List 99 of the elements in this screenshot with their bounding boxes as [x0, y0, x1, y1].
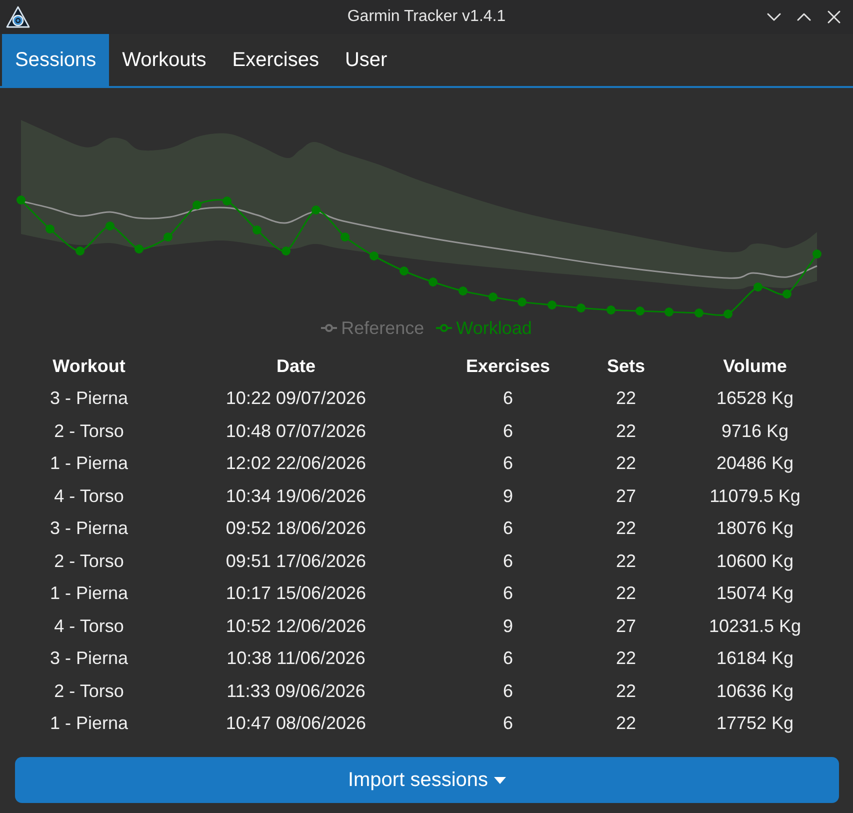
workload-point: [458, 286, 468, 296]
workload-point: [548, 300, 556, 310]
table-cell: 10:22 09/07/2026: [226, 388, 366, 410]
column-header[interactable]: Exercises: [466, 356, 550, 377]
table-cell: 11:33 09/06/2026: [226, 680, 366, 702]
table-cell: 10:38 11/06/2026: [226, 648, 366, 670]
workload-point: [222, 196, 232, 206]
table-cell: 09:52 18/06/2026: [226, 518, 366, 540]
table-cell: 10636 Kg: [716, 680, 794, 702]
table-cell: 9716 Kg: [721, 420, 789, 442]
table-cell: 15074 Kg: [716, 583, 794, 604]
column-header[interactable]: Sets: [606, 356, 646, 377]
legend-label: Workload: [456, 318, 532, 338]
table-cell: 22: [616, 518, 636, 540]
table-cell: 10600 Kg: [716, 550, 794, 572]
workload-point: [724, 310, 732, 318]
table-cell: 3 - Pierna: [50, 648, 128, 670]
workload-point: [164, 232, 172, 242]
table-cell: 10:34 19/06/2026: [226, 486, 366, 507]
workload-point: [488, 292, 498, 302]
workload-point: [340, 232, 350, 242]
workload-point: [576, 304, 586, 312]
table-cell: 3 - Pierna: [50, 518, 128, 540]
workload-point: [252, 226, 262, 234]
table-cell: 6: [502, 550, 513, 572]
table-cell: 4 - Torso: [54, 616, 124, 637]
workload-point: [192, 200, 202, 210]
table-cell: 6: [502, 420, 513, 442]
workload-point: [636, 306, 644, 316]
table-cell: 16528 Kg: [716, 388, 794, 410]
table-cell: 9: [502, 486, 513, 507]
table-cell: 09:51 17/06/2026: [226, 550, 366, 572]
workload-point: [312, 206, 320, 214]
table-cell: 10:52 12/06/2026: [226, 616, 366, 637]
table-cell: 22: [616, 583, 636, 604]
table-cell: 9: [502, 616, 513, 637]
table-cell: 10:17 15/06/2026: [226, 583, 366, 604]
table-cell: 22: [616, 648, 636, 670]
workload-point: [782, 290, 792, 298]
workload-point: [134, 244, 144, 254]
close-icon[interactable]: [827, 10, 841, 24]
table-cell: 10231.5 Kg: [708, 616, 802, 637]
tab[interactable]: User: [332, 34, 400, 86]
table-cell: 10:48 07/07/2026: [226, 420, 366, 442]
import-button[interactable]: Import sessions: [15, 757, 839, 803]
table-cell: 4 - Torso: [54, 486, 124, 507]
workload-point: [400, 266, 408, 276]
workload-point: [518, 298, 526, 306]
table-cell: 6: [502, 583, 513, 604]
table-cell: 22: [616, 420, 636, 442]
table-cell: 22: [616, 453, 636, 474]
table-cell: 22: [616, 388, 636, 410]
table-cell: 27: [616, 616, 636, 637]
workload-point: [694, 308, 704, 318]
workload-point: [46, 224, 54, 234]
table-cell: 6: [502, 518, 513, 540]
workload-point: [282, 246, 290, 256]
table-cell: 12:02 22/06/2026: [226, 453, 366, 474]
table-cell: 2 - Torso: [54, 420, 124, 442]
legend-label: Reference: [341, 318, 424, 338]
table-cell: 18076 Kg: [716, 518, 794, 540]
tab[interactable]: Workouts: [109, 34, 220, 86]
table-cell: 27: [616, 486, 636, 507]
table-cell: 6: [502, 680, 513, 702]
workload-point: [606, 306, 616, 314]
workload-point: [370, 252, 378, 260]
workload-point: [812, 250, 822, 258]
table-cell: 16184 Kg: [716, 648, 794, 670]
workload-point: [106, 222, 114, 230]
table-cell: 22: [616, 680, 636, 702]
table-cell: 3 - Pierna: [50, 388, 128, 410]
column-header[interactable]: Volume: [723, 356, 787, 377]
workload-point: [664, 308, 674, 316]
table-cell: 10:47 08/06/2026: [226, 713, 366, 734]
table-cell: 11079.5 Kg: [710, 486, 800, 507]
column-header[interactable]: Workout: [52, 356, 126, 377]
table-cell: 6: [502, 453, 513, 474]
workload-point: [76, 246, 84, 256]
table-cell: 22: [616, 550, 636, 572]
table-cell: 1 - Pierna: [50, 453, 128, 474]
tab[interactable]: Exercises: [219, 34, 332, 86]
column-header[interactable]: Date: [276, 356, 316, 377]
app-logo-icon: [6, 6, 30, 28]
table-cell: 6: [502, 388, 513, 410]
table-cell: 6: [502, 713, 513, 734]
table-cell: 22: [616, 713, 636, 734]
workload-point: [16, 196, 26, 204]
table-cell: 17752 Kg: [716, 713, 794, 734]
table-cell: 1 - Pierna: [50, 713, 128, 734]
table-cell: 1 - Pierna: [50, 583, 128, 604]
window-title: Garmin Tracker v1.4.1: [347, 8, 506, 26]
tab[interactable]: Sessions: [2, 34, 110, 86]
table-cell: 6: [502, 648, 513, 670]
caret-down-icon: [494, 776, 506, 784]
table-cell: 2 - Torso: [54, 550, 124, 572]
workload-point: [428, 278, 438, 286]
workload-point: [754, 282, 762, 292]
table-cell: 20486 Kg: [716, 453, 794, 474]
table-cell: 2 - Torso: [54, 680, 124, 702]
